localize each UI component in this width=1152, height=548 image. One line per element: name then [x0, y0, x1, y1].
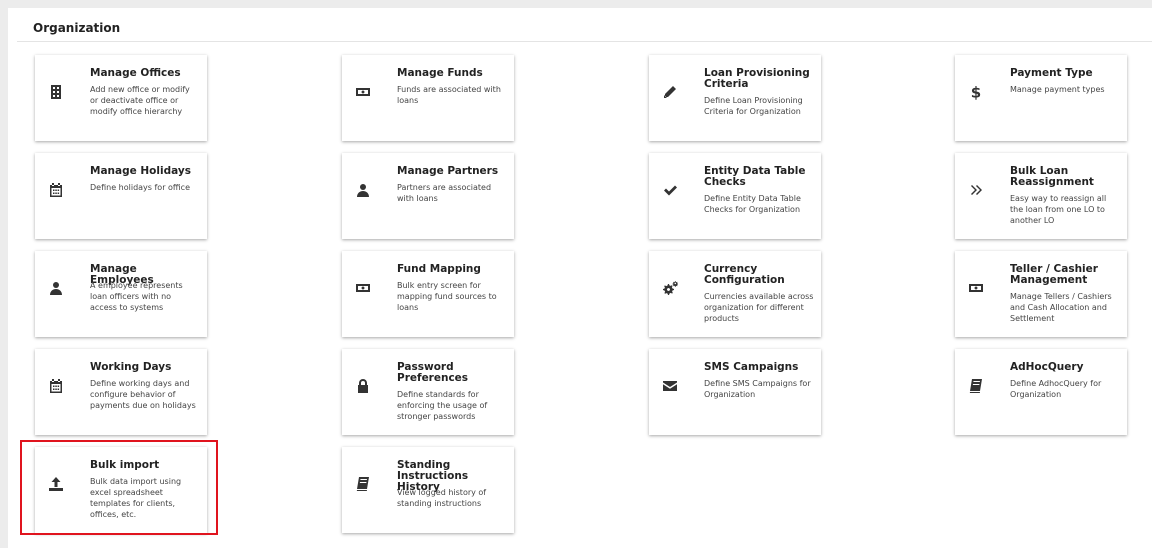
- card-title: Password Preferences: [397, 361, 469, 384]
- book-icon: [967, 377, 985, 395]
- card-title: Manage Funds: [397, 67, 483, 79]
- money-icon: [354, 279, 372, 297]
- card-fund-mapping[interactable]: Fund Mapping Bulk entry screen for mappi…: [342, 251, 514, 337]
- card-description: Bulk data import using excel spreadsheet…: [90, 477, 182, 519]
- svg-text:$: $: [971, 84, 981, 100]
- building-icon: [47, 83, 65, 101]
- card-description: Define working days and configure behavi…: [90, 379, 196, 410]
- card-payment-type[interactable]: $ Payment Type Manage payment types: [955, 55, 1127, 141]
- card-title: Bulk Loan Reassignment: [1010, 165, 1094, 188]
- card-title: AdHocQuery: [1010, 361, 1084, 373]
- card-working-days[interactable]: Working Days Define working days and con…: [35, 349, 207, 435]
- card-title: Payment Type: [1010, 67, 1093, 79]
- divider: [17, 41, 1152, 42]
- calendar-icon: [47, 377, 65, 395]
- card-manage-partners[interactable]: Manage Partners Partners are associated …: [342, 153, 514, 239]
- card-title: Manage Offices: [90, 67, 181, 79]
- card-description: Manage payment types: [1010, 85, 1105, 94]
- card-title: Manage Partners: [397, 165, 499, 177]
- card-currency-configuration[interactable]: Currency Configuration Currencies availa…: [649, 251, 821, 337]
- card-manage-holidays[interactable]: Manage Holidays Define holidays for offi…: [35, 153, 207, 239]
- envelope-icon: [661, 377, 679, 395]
- card-loan-provisioning-criteria[interactable]: Loan Provisioning Criteria Define Loan P…: [649, 55, 821, 141]
- pencil-icon: [661, 83, 679, 101]
- card-title: SMS Campaigns: [704, 361, 799, 373]
- user-icon: [354, 181, 372, 199]
- money-icon: [354, 83, 372, 101]
- dollar-icon: $: [967, 83, 985, 101]
- user-icon: [47, 279, 65, 297]
- card-description: A employee represents loan officers with…: [90, 281, 183, 312]
- gears-icon: [661, 279, 679, 297]
- card-manage-offices[interactable]: Manage Offices Add new office or modify …: [35, 55, 207, 141]
- card-title: Currency Configuration: [704, 263, 785, 286]
- card-description: Funds are associated with loans: [397, 85, 501, 105]
- card-description: Define SMS Campaigns for Organization: [704, 379, 811, 399]
- card-description: Manage Tellers / Cashiers and Cash Alloc…: [1010, 292, 1112, 323]
- card-teller-cashier-management[interactable]: Teller / Cashier Management Manage Telle…: [955, 251, 1127, 337]
- calendar-icon: [47, 181, 65, 199]
- card-description: Define AdhocQuery for Organization: [1010, 379, 1102, 399]
- card-title: Bulk import: [90, 459, 160, 471]
- card-adhocquery[interactable]: AdHocQuery Define AdhocQuery for Organiz…: [955, 349, 1127, 435]
- card-description: Define Loan Provisioning Criteria for Or…: [704, 96, 803, 116]
- card-description: View logged history of standing instruct…: [397, 488, 487, 508]
- book-icon: [354, 475, 372, 493]
- card-description: Partners are associated with loans: [397, 183, 492, 203]
- double-chevron-right-icon: [967, 181, 985, 199]
- money-icon: [967, 279, 985, 297]
- card-entity-data-table-checks[interactable]: Entity Data Table Checks Define Entity D…: [649, 153, 821, 239]
- upload-icon: [47, 475, 65, 493]
- card-bulk-import[interactable]: Bulk import Bulk data import using excel…: [35, 447, 207, 533]
- section-title: Organization: [33, 21, 121, 35]
- check-icon: [661, 181, 679, 199]
- card-description: Bulk entry screen for mapping fund sourc…: [397, 281, 497, 312]
- card-title: Teller / Cashier Management: [1010, 263, 1098, 286]
- card-description: Easy way to reassign all the loan from o…: [1010, 194, 1107, 225]
- card-description: Define standards for enforcing the usage…: [397, 390, 488, 421]
- card-bulk-loan-reassignment[interactable]: Bulk Loan Reassignment Easy way to reass…: [955, 153, 1127, 239]
- lock-icon: [354, 377, 372, 395]
- card-description: Currencies available across organization…: [704, 292, 814, 323]
- card-description: Define holidays for office: [90, 183, 190, 192]
- card-manage-employees[interactable]: Manage Employees A employee represents l…: [35, 251, 207, 337]
- card-sms-campaigns[interactable]: SMS Campaigns Define SMS Campaigns for O…: [649, 349, 821, 435]
- card-title: Fund Mapping: [397, 263, 481, 275]
- card-description: Add new office or modify or deactivate o…: [90, 85, 190, 116]
- card-title: Entity Data Table Checks: [704, 165, 806, 188]
- card-password-preferences[interactable]: Password Preferences Define standards fo…: [342, 349, 514, 435]
- card-manage-funds[interactable]: Manage Funds Funds are associated with l…: [342, 55, 514, 141]
- card-title: Manage Holidays: [90, 165, 191, 177]
- card-title: Working Days: [90, 361, 172, 373]
- card-title: Loan Provisioning Criteria: [704, 67, 810, 90]
- card-description: Define Entity Data Table Checks for Orga…: [704, 194, 801, 214]
- card-standing-instructions-history[interactable]: Standing Instructions History View logge…: [342, 447, 514, 533]
